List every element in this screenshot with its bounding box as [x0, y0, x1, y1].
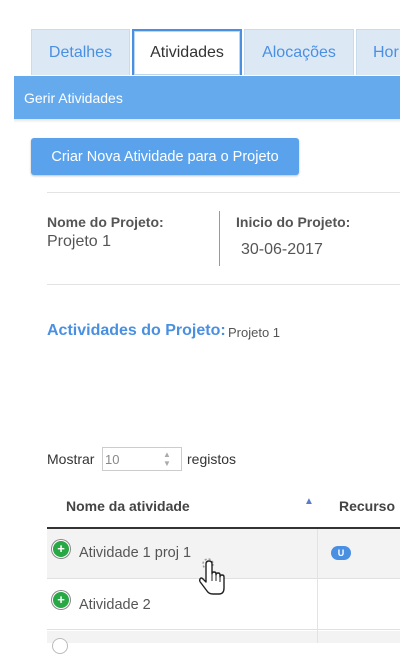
create-activity-button[interactable]: Criar Nova Atividade para o Projeto: [31, 138, 299, 175]
plus-circle-icon[interactable]: +: [52, 540, 70, 558]
show-label: Mostrar: [47, 451, 95, 467]
plus-circle-icon[interactable]: [52, 638, 68, 654]
activity-name-cell: Atividade 1 proj 1: [79, 545, 192, 561]
spinner-down-icon[interactable]: ▼: [160, 459, 174, 468]
sort-ascending-icon[interactable]: ▲: [304, 496, 314, 507]
section-header-shadow: [14, 119, 400, 123]
info-separator: [219, 211, 220, 266]
activity-name-cell: Atividade 2: [79, 597, 151, 613]
spinner-up-icon[interactable]: ▲: [160, 450, 174, 459]
project-name-value: Projeto 1: [47, 233, 112, 250]
activities-section-title: Actividades do Projeto:: [47, 322, 226, 339]
records-label: registos: [187, 451, 237, 467]
tab-label: Alocações: [262, 43, 336, 61]
tab-detalhes[interactable]: Detalhes: [31, 29, 130, 75]
section-header-title: Gerir Atividades: [24, 89, 123, 106]
tab-atividades[interactable]: Atividades: [132, 29, 242, 75]
tab-alocacoes[interactable]: Alocações: [244, 29, 354, 75]
tab-label: Hor: [373, 43, 399, 61]
divider: [47, 284, 400, 285]
page-size-spinner[interactable]: ▲ ▼: [160, 450, 174, 468]
section-header-bar: Gerir Atividades: [14, 76, 400, 119]
tab-horario[interactable]: Hor: [356, 29, 400, 75]
column-header-activity-name[interactable]: Nome da atividade: [66, 498, 190, 514]
activities-section-project: Projeto 1: [228, 325, 281, 340]
column-header-resource[interactable]: Recurso: [339, 498, 395, 514]
hand-pointer-icon: [198, 558, 225, 595]
tab-label: Atividades: [150, 44, 224, 61]
divider: [47, 192, 400, 193]
project-start-value: 30-06-2017: [241, 241, 323, 258]
plus-circle-icon[interactable]: +: [52, 591, 70, 609]
project-name-label: Nome do Projeto:: [47, 214, 164, 230]
tab-label: Detalhes: [48, 43, 113, 61]
project-start-label: Inicio do Projeto:: [236, 214, 351, 230]
table-row[interactable]: [47, 631, 400, 643]
resource-badge: U: [331, 546, 351, 560]
column-separator: [317, 529, 318, 643]
